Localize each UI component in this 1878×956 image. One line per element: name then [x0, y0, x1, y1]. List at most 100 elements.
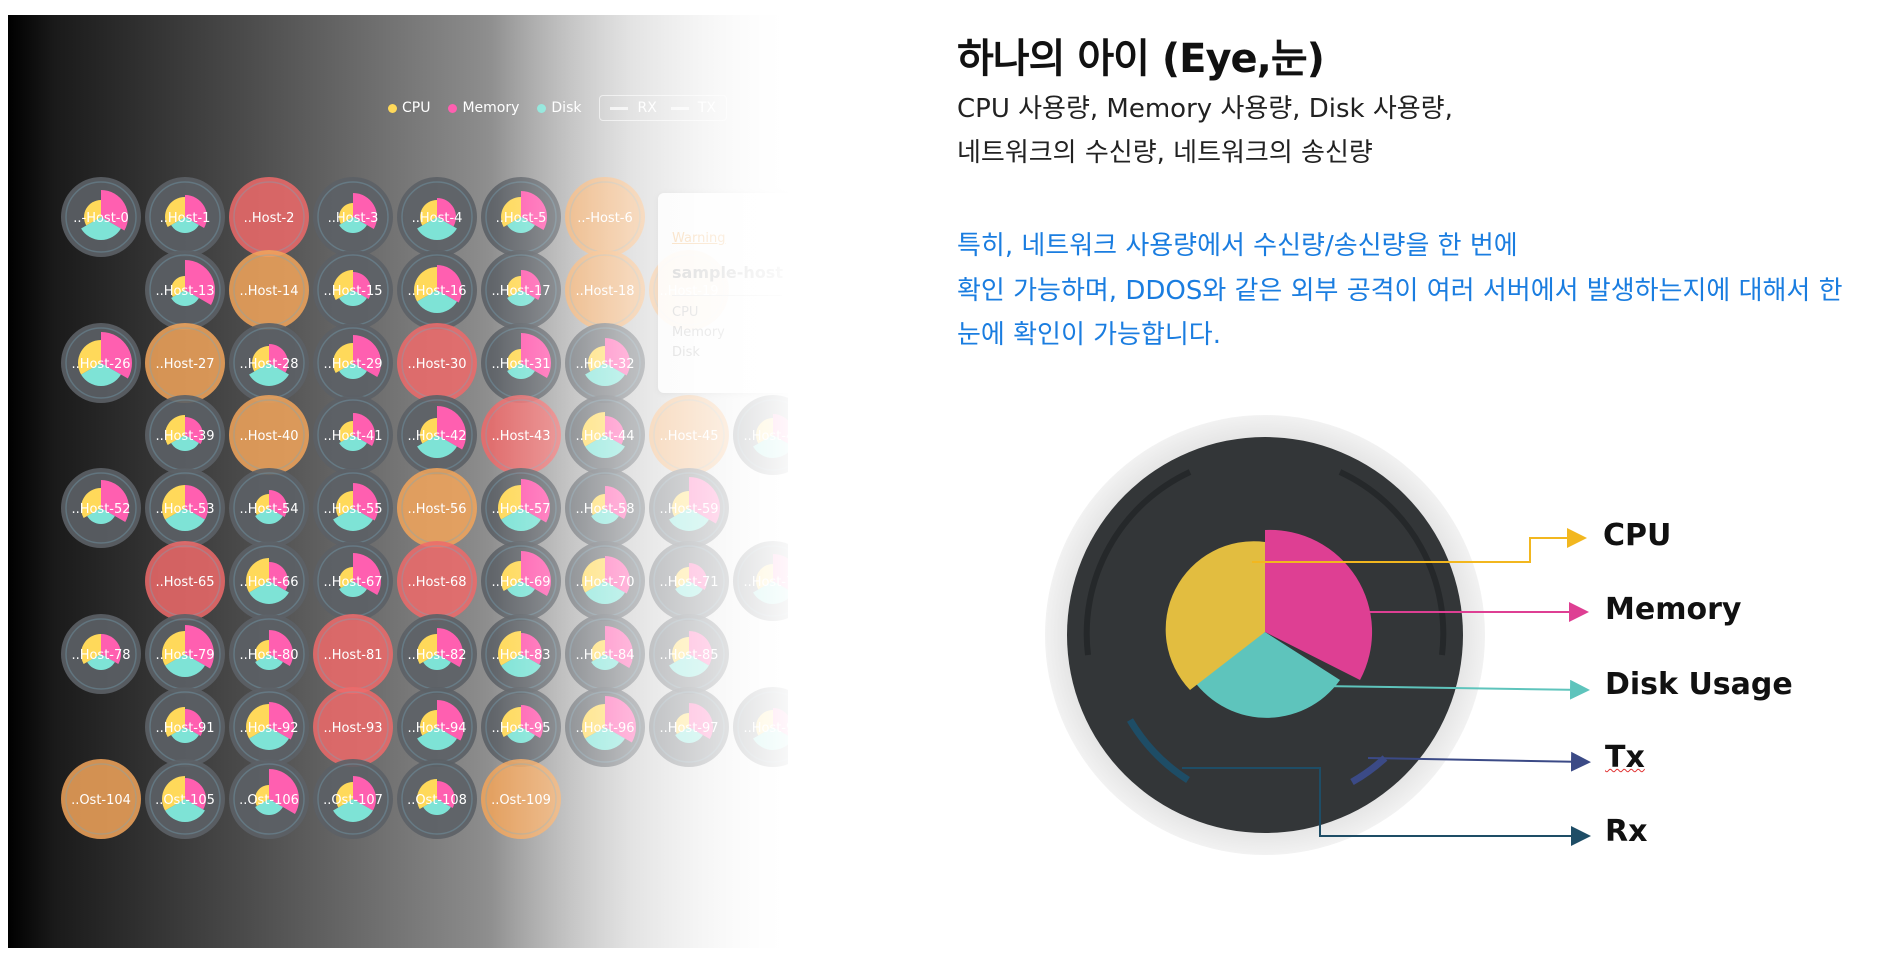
host-bubble[interactable]: ..Host-52	[61, 468, 141, 548]
host-bubble[interactable]: ..Ost-106	[229, 759, 309, 839]
host-bubble[interactable]: ..Host-41	[313, 395, 393, 475]
host-label: ..Host-15	[323, 284, 382, 299]
host-bubble[interactable]: ..Host-95	[481, 687, 561, 767]
host-bubble[interactable]: ..Host-45	[649, 395, 729, 475]
host-grid: ..-Host-0 ..Host-1 ..Host-2 ..Host-3 ..Host-…	[61, 177, 788, 839]
host-bubble[interactable]: ..Host-81	[313, 614, 393, 694]
host-bubble[interactable]: ..-Host-0	[61, 177, 141, 257]
host-bubble[interactable]: ..Host-94	[397, 687, 477, 767]
host-label: ..Host-66	[239, 575, 298, 590]
host-bubble[interactable]: ..Ost-109	[481, 759, 561, 839]
host-bubble[interactable]: ..Host-68	[397, 541, 477, 621]
host-bubble[interactable]: ..Host-4	[397, 177, 477, 257]
host-bubble[interactable]: ..Host-55	[313, 468, 393, 548]
host-label: ..Host-3	[328, 211, 379, 226]
highlight-line-2: 확인 가능하며, DDOS와 같은 외부 공격이 여러 서버에서 발생하는지에 …	[957, 276, 1843, 306]
host-bubble[interactable]: ..Host-32	[565, 323, 645, 403]
diagram-label-memory: Memory	[1605, 592, 1742, 627]
host-bubble[interactable]: ..Host-18	[565, 250, 645, 330]
host-bubble[interactable]: ..Host-98	[733, 687, 788, 767]
host-bubble[interactable]: ..Host-97	[649, 687, 729, 767]
host-bubble[interactable]: ..Host-72	[733, 541, 788, 621]
host-bubble[interactable]: ..Host-83	[481, 614, 561, 694]
host-bubble[interactable]: ..Ost-104	[61, 759, 141, 839]
host-bubble[interactable]: ..Host-84	[565, 614, 645, 694]
host-label: ..Host-18	[575, 284, 634, 299]
host-bubble[interactable]: ..Host-1	[145, 177, 225, 257]
host-bubble[interactable]: ..Host-2	[229, 177, 309, 257]
host-bubble[interactable]: ..Host-14	[229, 250, 309, 330]
host-bubble[interactable]: ..Host-85	[649, 614, 729, 694]
host-bubble[interactable]: ..Host-56	[397, 468, 477, 548]
host-bubble[interactable]: ..Host-57	[481, 468, 561, 548]
diagram-label-tx: Tx	[1605, 740, 1645, 775]
host-bubble[interactable]: ..Host-71	[649, 541, 729, 621]
host-label: ..Host-13	[155, 284, 214, 299]
host-label: ..Host-45	[659, 429, 718, 444]
host-bubble[interactable]: ..Host-5	[481, 177, 561, 257]
host-bubble[interactable]: ..Host-29	[313, 323, 393, 403]
highlight-line-3: 눈에 확인이 가능합니다.	[957, 320, 1221, 350]
host-label: ..Host-17	[491, 284, 550, 299]
host-bubble[interactable]: ..Host-80	[229, 614, 309, 694]
host-bubble[interactable]: ..Ost-107	[313, 759, 393, 839]
host-label: ..Host-46	[743, 429, 788, 444]
host-label: ..Host-78	[71, 648, 130, 663]
host-bubble[interactable]: ..Host-67	[313, 541, 393, 621]
host-bubble[interactable]: ..Host-13	[145, 250, 225, 330]
host-bubble[interactable]: ..Ost-105	[145, 759, 225, 839]
host-label: ..Ost-105	[155, 793, 215, 808]
host-bubble[interactable]: ..Host-30	[397, 323, 477, 403]
host-label: ..Host-29	[323, 357, 382, 372]
host-bubble[interactable]: ..Host-3	[313, 177, 393, 257]
host-bubble[interactable]: ..Host-79	[145, 614, 225, 694]
host-label: ..Host-72	[743, 575, 788, 590]
host-bubble[interactable]: ..Host-78	[61, 614, 141, 694]
host-label: ..Host-71	[659, 575, 718, 590]
host-bubble[interactable]: ..Host-70	[565, 541, 645, 621]
eye-diagram	[1045, 415, 1591, 855]
host-bubble[interactable]: ..Host-66	[229, 541, 309, 621]
host-bubble[interactable]: ..Host-26	[61, 323, 141, 403]
host-bubble[interactable]: ..Host-92	[229, 687, 309, 767]
host-bubble[interactable]: ..Host-69	[481, 541, 561, 621]
host-bubble[interactable]: ..Host-42	[397, 395, 477, 475]
host-bubble[interactable]: ..Host-91	[145, 687, 225, 767]
host-bubble[interactable]: ..Host-46	[733, 395, 788, 475]
host-bubble[interactable]: ..Host-17	[481, 250, 561, 330]
host-label: ..Ost-109	[491, 793, 551, 808]
tooltip-row-cpu: CPU	[672, 305, 699, 320]
host-bubble[interactable]: ..Host-16	[397, 250, 477, 330]
host-bubble[interactable]: ..Host-27	[145, 323, 225, 403]
tooltip-status[interactable]: Warning	[672, 231, 725, 246]
host-bubble[interactable]: ..Host-15	[313, 250, 393, 330]
host-bubble[interactable]: ..Host-58	[565, 468, 645, 548]
host-label: ..Host-96	[575, 721, 634, 736]
host-bubble[interactable]: ..Host-65	[145, 541, 225, 621]
host-label: ..Host-70	[575, 575, 634, 590]
host-label: ..Host-79	[155, 648, 214, 663]
host-bubble[interactable]: ..Host-82	[397, 614, 477, 694]
host-label: ..Host-68	[407, 575, 466, 590]
host-bubble[interactable]: ..Host-43	[481, 395, 561, 475]
host-bubble[interactable]: ..Host-54	[229, 468, 309, 548]
highlight-line-1: 특히, 네트워크 사용량에서 수신량/송신량을 한 번에	[957, 231, 1518, 261]
page-title: 하나의 아이 (Eye,눈)	[957, 36, 1325, 82]
host-label: ..Host-97	[659, 721, 718, 736]
host-bubble[interactable]: ..Host-59	[649, 468, 729, 548]
host-bubble[interactable]: ..Ost-108	[397, 759, 477, 839]
host-label: ..Host-42	[407, 429, 466, 444]
host-bubble[interactable]: ..Host-31	[481, 323, 561, 403]
host-bubble[interactable]: ..Host-96	[565, 687, 645, 767]
host-label: ..Host-43	[491, 429, 550, 444]
host-label: ..Host-52	[71, 502, 130, 517]
host-bubble[interactable]: ..Host-93	[313, 687, 393, 767]
host-bubble[interactable]: ..Host-53	[145, 468, 225, 548]
host-label: ..Host-14	[239, 284, 298, 299]
host-bubble[interactable]: ..Host-28	[229, 323, 309, 403]
host-bubble[interactable]: ..Host-39	[145, 395, 225, 475]
host-label: ..Host-59	[659, 502, 718, 517]
host-bubble[interactable]: ..Host-40	[229, 395, 309, 475]
host-bubble[interactable]: ..Host-44	[565, 395, 645, 475]
host-bubble[interactable]: ..-Host-6	[565, 177, 645, 257]
